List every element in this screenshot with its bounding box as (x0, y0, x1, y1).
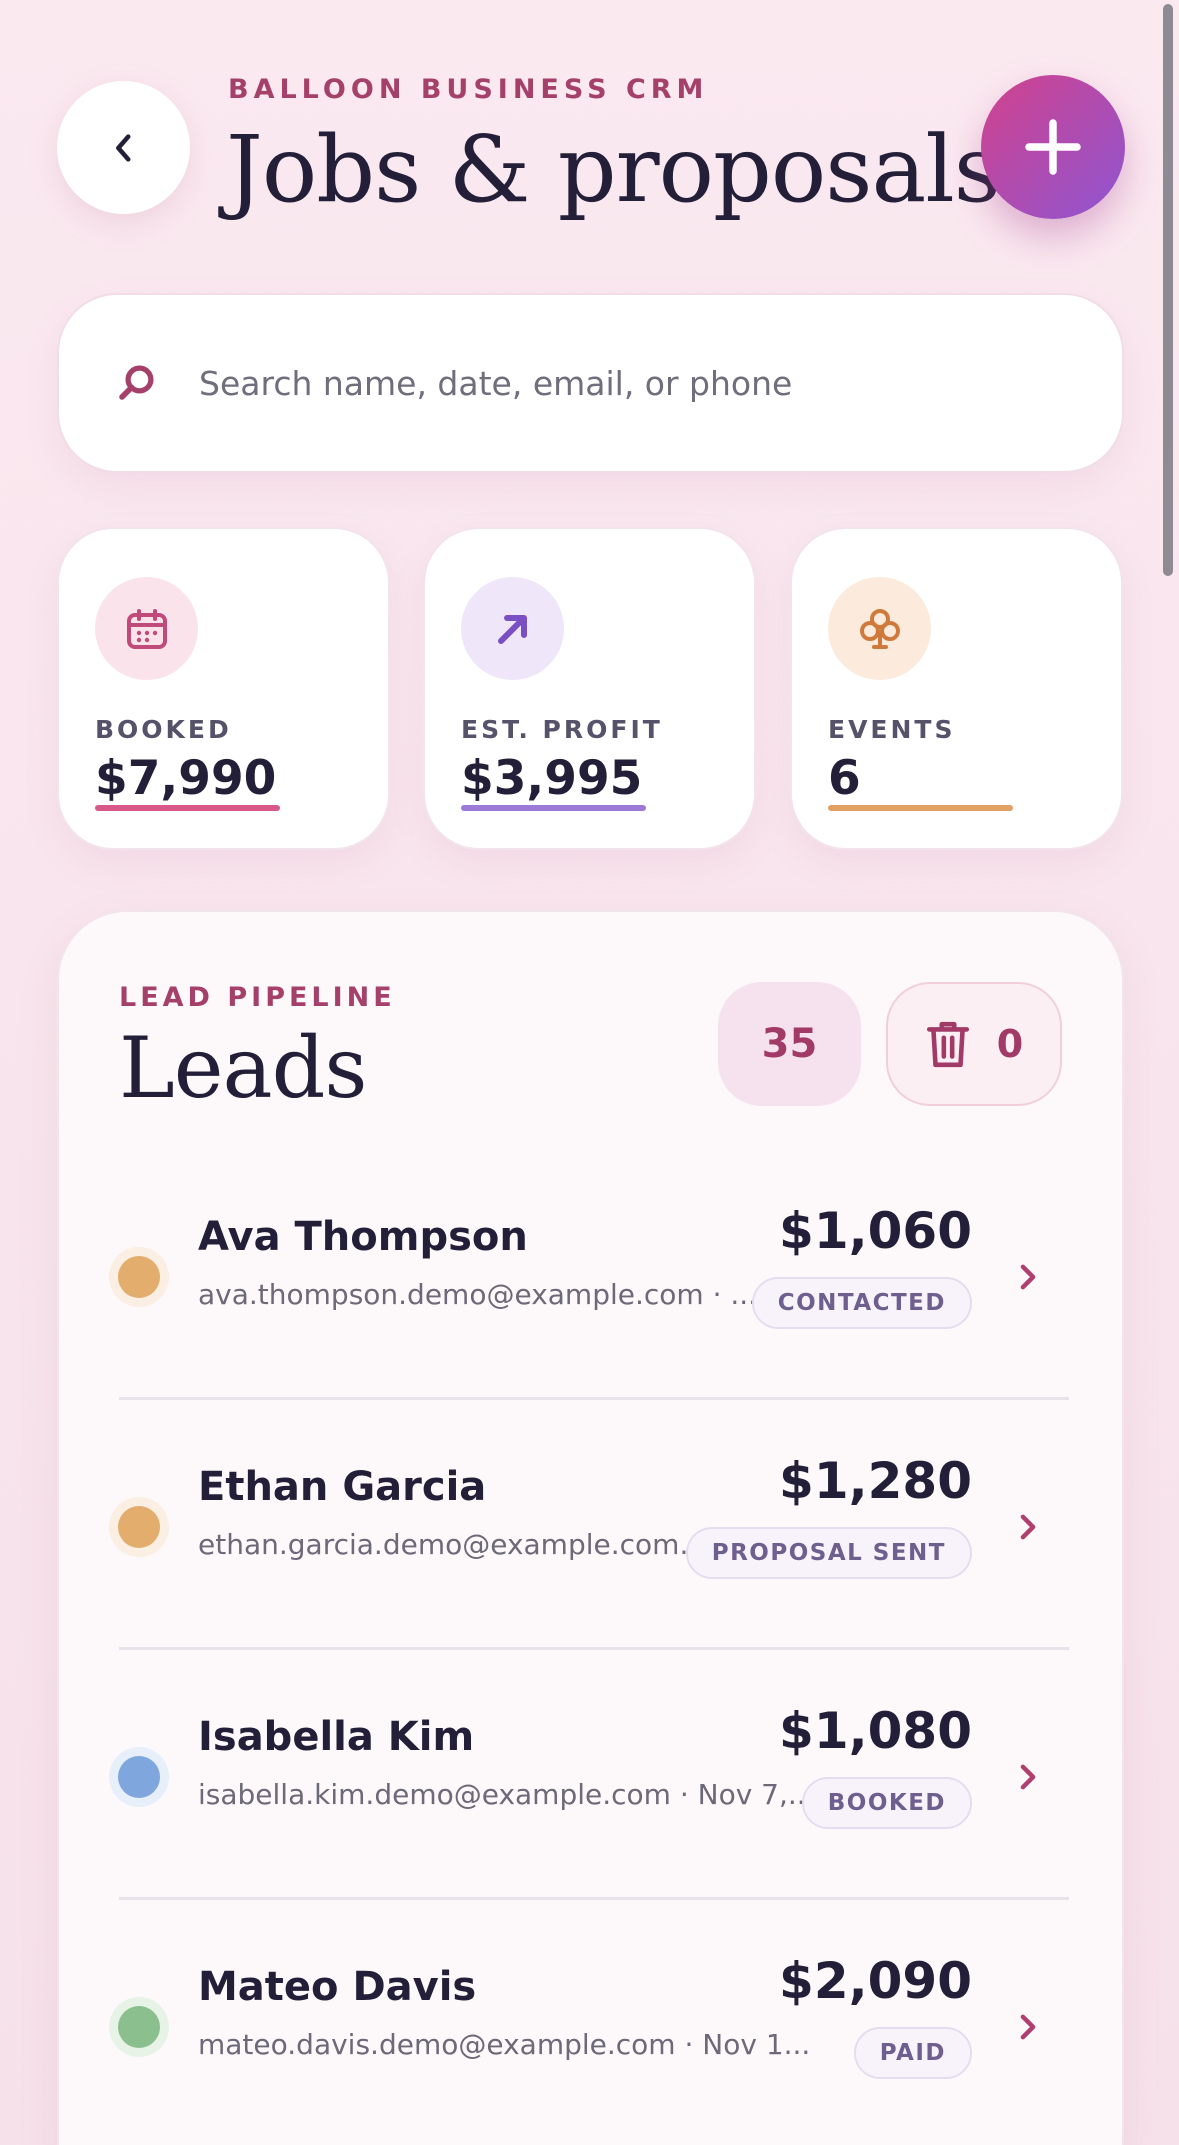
stat-card-est-profit[interactable]: EST. PROFIT $3,995 (423, 527, 756, 850)
lead-meta: ava.thompson.demo@example.com · ... (198, 1278, 758, 1311)
lead-amount: $1,080 (779, 1702, 972, 1760)
stat-card-events[interactable]: EVENTS 6 (790, 527, 1123, 850)
lead-name: Mateo Davis (198, 1964, 477, 2010)
search-bar[interactable] (57, 293, 1124, 473)
add-job-button[interactable] (981, 75, 1125, 219)
chevron-right-icon (1020, 2014, 1036, 2040)
status-dot (118, 1506, 160, 1548)
row-divider (119, 1647, 1069, 1650)
stat-accent-line (461, 805, 646, 811)
status-dot-ring (109, 1247, 169, 1307)
status-badge: PAID (853, 2027, 972, 2079)
chevron-right-icon (1020, 1764, 1036, 1790)
leads-panel: LEAD PIPELINE Leads 35 0 Ava Thompson av… (57, 910, 1124, 2145)
stat-badge (461, 577, 564, 680)
calendar-icon (126, 608, 167, 649)
lead-amount: $2,090 (779, 1952, 972, 2010)
lead-amount: $1,060 (779, 1202, 972, 1260)
status-dot (118, 1256, 160, 1298)
status-dot-ring (109, 1497, 169, 1557)
status-badge: PROPOSAL SENT (685, 1527, 972, 1579)
stat-value: 6 (828, 751, 861, 806)
lead-meta: ethan.garcia.demo@example.com... (198, 1528, 707, 1561)
search-icon (119, 365, 154, 400)
balloon-cluster-icon (859, 608, 900, 649)
status-dot-ring (109, 1997, 169, 2057)
page-scrollbar[interactable] (1163, 4, 1173, 576)
panel-title: Leads (119, 1019, 367, 1117)
trash-icon (926, 1021, 969, 1068)
lead-row[interactable]: Ava Thompson ava.thompson.demo@example.c… (109, 1152, 1069, 1400)
lead-row[interactable]: Mateo Davis mateo.davis.demo@example.com… (109, 1902, 1069, 2145)
stat-card-booked[interactable]: BOOKED $7,990 (57, 527, 390, 850)
lead-meta: mateo.davis.demo@example.com · Nov 1... (198, 2028, 811, 2061)
page-title: Jobs & proposals (226, 116, 1001, 223)
search-input[interactable] (199, 363, 1049, 403)
lead-name: Isabella Kim (198, 1714, 475, 1760)
lead-row[interactable]: Isabella Kim isabella.kim.demo@example.c… (109, 1652, 1069, 1900)
arrow-up-right-icon (497, 614, 527, 644)
row-divider (119, 1397, 1069, 1400)
row-divider (119, 1897, 1069, 1900)
lead-row[interactable]: Ethan Garcia ethan.garcia.demo@example.c… (109, 1402, 1069, 1650)
panel-kicker: LEAD PIPELINE (119, 982, 396, 1013)
chevron-left-icon (115, 133, 131, 162)
app-kicker: BALLOON BUSINESS CRM (228, 74, 709, 105)
trash-button[interactable]: 0 (886, 982, 1062, 1106)
lead-meta: isabella.kim.demo@example.com · Nov 7,..… (198, 1778, 815, 1811)
status-dot (118, 1756, 160, 1798)
stat-label: EST. PROFIT (461, 715, 663, 744)
stat-value: $3,995 (461, 751, 643, 806)
lead-amount: $1,280 (779, 1452, 972, 1510)
stat-badge (95, 577, 198, 680)
plus-icon (1025, 119, 1081, 175)
chevron-right-icon (1020, 1514, 1036, 1540)
status-dot-ring (109, 1747, 169, 1807)
trash-count: 0 (996, 1022, 1024, 1066)
stat-accent-line (828, 805, 1013, 811)
lead-name: Ethan Garcia (198, 1464, 487, 1510)
stat-label: BOOKED (95, 715, 232, 744)
lead-name: Ava Thompson (198, 1214, 528, 1260)
status-badge: BOOKED (801, 1777, 972, 1829)
lead-count-badge[interactable]: 35 (718, 982, 861, 1106)
stat-badge (828, 577, 931, 680)
back-button[interactable] (57, 81, 190, 214)
chevron-right-icon (1020, 1264, 1036, 1290)
status-badge: CONTACTED (751, 1277, 972, 1329)
stat-value: $7,990 (95, 751, 277, 806)
status-dot (118, 2006, 160, 2048)
stat-accent-line (95, 805, 280, 811)
stat-label: EVENTS (828, 715, 956, 744)
